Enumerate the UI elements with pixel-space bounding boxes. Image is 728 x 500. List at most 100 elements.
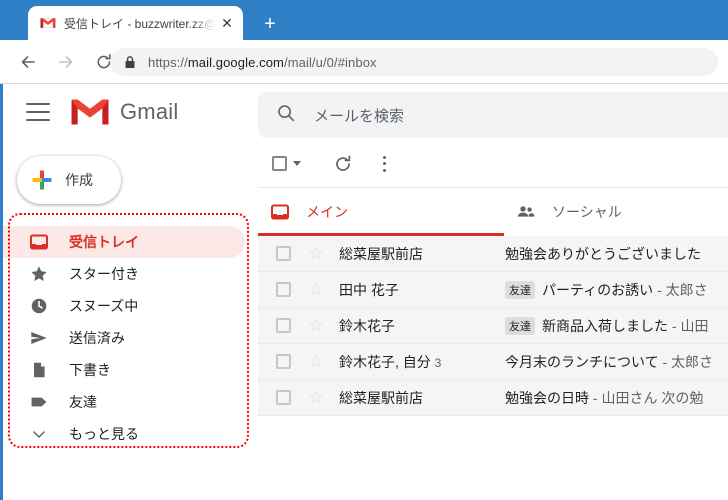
url-host: mail.google.com [187,54,284,70]
mail-category-tabs: メイン ソーシャル [258,188,728,236]
row-sender: 鈴木花子 [339,316,499,336]
url-path: /mail/u/0/#inbox [283,54,377,70]
row-checkbox[interactable] [276,390,291,405]
sidebar-item-more[interactable]: もっと見る [3,418,245,450]
search-area: メールを検索 [258,92,728,138]
row-sender-name: 田中 花子 [339,281,399,298]
gmail-logo: Gmail [70,97,178,127]
row-sender-name: 鈴木花子 [339,317,395,334]
chevron-down-icon [29,424,49,444]
inbox-icon [29,232,49,252]
google-plus-icon [31,169,53,191]
table-row[interactable]: ☆ 総菜屋駅前店 勉強会ありがとうございました [258,236,728,272]
forward-button[interactable] [52,48,80,76]
sidebar-item-friends[interactable]: 友達 [3,386,245,418]
chevron-down-icon[interactable] [293,161,301,166]
row-sender: 田中 花子 [339,280,499,300]
sidebar-item-label: 下書き [69,362,111,378]
gmail-page: Gmail メールを検索 作成 受信トレイ スター付き スヌーズ中 送信済み 下… [0,84,728,500]
sidebar-nav: 受信トレイ スター付き スヌーズ中 送信済み 下書き 友達 もっと見る [3,226,255,450]
row-sender: 総菜屋駅前店 [339,388,499,408]
mail-list-toolbar [258,140,728,188]
sidebar-item-label: もっと見る [69,426,139,442]
row-sender: 鈴木花子, 自分 3 [339,352,499,372]
label-icon [29,392,49,412]
checkbox-icon[interactable] [272,156,287,171]
address-bar[interactable]: https://mail.google.com/mail/u/0/#inbox [110,48,718,76]
gmail-favicon [40,15,56,31]
mail-list-pane: メイン ソーシャル ☆ 総菜屋駅前店 勉強会ありがとうございました ☆ 田中 花… [258,140,728,500]
tab-primary-label: メイン [306,204,348,220]
tab-primary[interactable]: メイン [258,188,504,236]
gmail-brand-text: Gmail [120,99,179,124]
row-sender-name: 総菜屋駅前店 [339,389,423,406]
hamburger-icon[interactable] [26,103,50,121]
search-input[interactable]: メールを検索 [258,92,728,138]
send-icon [29,328,49,348]
back-button[interactable] [14,48,42,76]
row-subject: 今月末のランチについて - 太郎さ [505,352,728,372]
select-all-control[interactable] [272,156,301,171]
row-checkbox[interactable] [276,282,291,297]
row-checkbox[interactable] [276,318,291,333]
star-icon[interactable]: ☆ [307,389,325,407]
sidebar-item-label: 受信トレイ [69,234,139,250]
new-tab-button[interactable]: + [256,10,284,38]
star-icon[interactable]: ☆ [307,245,325,263]
compose-label: 作成 [65,172,93,188]
clock-icon [29,296,49,316]
sidebar-item-inbox[interactable]: 受信トレイ [3,226,245,258]
row-subject: 勉強会の日時 - 山田さん 次の勉 [505,388,728,408]
browser-tab-title: 受信トレイ - buzzwriter.zz@gmail.c [64,16,215,31]
sidebar-item-snoozed[interactable]: スヌーズ中 [3,290,245,322]
table-row[interactable]: ☆ 田中 花子 友達 パーティのお誘い - 太郎さ [258,272,728,308]
row-thread-count: 3 [434,355,442,370]
row-subject-text: 勉強会の日時 [505,389,589,406]
star-icon[interactable]: ☆ [307,353,325,371]
gmail-sidebar: 作成 受信トレイ スター付き スヌーズ中 送信済み 下書き 友達 もっと見る [3,140,255,500]
row-checkbox[interactable] [276,246,291,261]
draft-icon [29,360,49,380]
url-scheme: https:// [148,54,188,70]
address-bar-url: https://mail.google.com/mail/u/0/#inbox [148,55,377,70]
gmail-header: Gmail メールを検索 [3,84,728,140]
sidebar-item-label: スヌーズ中 [69,298,139,314]
browser-tab-strip: 受信トレイ - buzzwriter.zz@gmail.c ✕ + [0,0,728,40]
table-row[interactable]: ☆ 総菜屋駅前店 勉強会の日時 - 山田さん 次の勉 [258,380,728,416]
table-row[interactable]: ☆ 鈴木花子, 自分 3 今月末のランチについて - 太郎さ [258,344,728,380]
gmail-mark-icon [70,97,110,127]
browser-tab[interactable]: 受信トレイ - buzzwriter.zz@gmail.c ✕ [28,6,243,40]
row-subject: 友達 新商品入荷しました - 山田 [505,316,728,336]
tab-social[interactable]: ソーシャル [504,188,622,236]
row-label-chip[interactable]: 友達 [505,280,535,299]
row-checkbox[interactable] [276,354,291,369]
row-snippet: - 山田さん 次の勉 [592,389,704,406]
more-vertical-icon[interactable] [383,155,386,172]
sidebar-item-label: 友達 [69,394,97,410]
table-row[interactable]: ☆ 鈴木花子 友達 新商品入荷しました - 山田 [258,308,728,344]
sidebar-item-drafts[interactable]: 下書き [3,354,245,386]
mail-rows: ☆ 総菜屋駅前店 勉強会ありがとうございました ☆ 田中 花子 友達 パーティのお… [258,236,728,500]
star-icon[interactable]: ☆ [307,317,325,335]
tab-social-label: ソーシャル [552,204,622,220]
refresh-button[interactable] [333,154,353,174]
row-subject-text: パーティのお誘い [542,281,654,298]
row-sender: 総菜屋駅前店 [339,244,499,264]
search-icon [276,103,296,128]
star-icon[interactable]: ☆ [307,281,325,299]
close-icon[interactable]: ✕ [219,15,235,31]
row-subject-text: 新商品入荷しました [542,317,668,334]
compose-button[interactable]: 作成 [17,156,121,204]
row-label-chip[interactable]: 友達 [505,316,535,335]
sidebar-item-label: 送信済み [69,330,125,346]
row-snippet: - 山田 [671,317,709,334]
row-subject-text: 勉強会ありがとうございました [505,245,701,262]
row-snippet: - 太郎さ [662,353,714,370]
row-subject: 勉強会ありがとうございました [505,244,728,264]
row-sender-name: 鈴木花子, 自分 [339,353,431,370]
sidebar-item-starred[interactable]: スター付き [3,258,245,290]
sidebar-item-sent[interactable]: 送信済み [3,322,245,354]
row-subject: 友達 パーティのお誘い - 太郎さ [505,280,728,300]
search-placeholder: メールを検索 [314,107,405,125]
browser-window: 受信トレイ - buzzwriter.zz@gmail.c ✕ + [0,0,728,500]
